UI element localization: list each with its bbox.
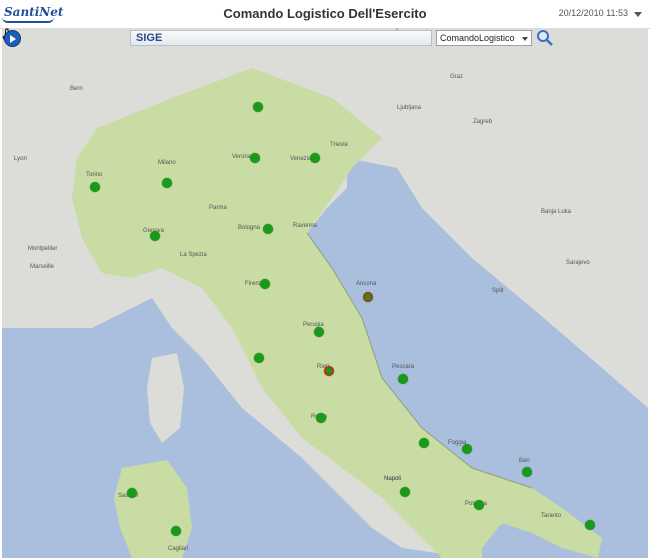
site-marker[interactable]: [90, 182, 100, 192]
site-marker[interactable]: [585, 520, 595, 530]
map-place-label: Sarajevo: [566, 260, 590, 266]
map-place-label: Parma: [209, 205, 227, 211]
map-place-label: Ravenna: [293, 223, 318, 229]
site-marker[interactable]: [462, 444, 472, 454]
site-marker[interactable]: [310, 153, 320, 163]
site-marker[interactable]: [162, 178, 172, 188]
map-place-label: La Spezia: [180, 252, 207, 258]
site-marker[interactable]: [474, 500, 484, 510]
map-place-label: Bari: [519, 458, 530, 464]
map-place-label: Pescara: [392, 364, 415, 370]
magnifier-icon[interactable]: [536, 29, 554, 47]
site-marker[interactable]: [398, 374, 408, 384]
map-place-label: Taranto: [541, 513, 562, 519]
site-marker[interactable]: [363, 292, 373, 302]
map-place-label: Lyon: [14, 156, 27, 162]
map-place-label: Graz: [450, 74, 464, 80]
site-marker[interactable]: [324, 366, 334, 376]
map-place-label: Bologna: [238, 225, 261, 231]
map-place-label: Trieste: [330, 142, 349, 148]
page-title: Comando Logistico Dell'Esercito: [223, 6, 427, 21]
map-place-label: Split: [492, 288, 504, 294]
map-place-label: Montpellier: [28, 246, 58, 252]
site-marker[interactable]: [250, 153, 260, 163]
site-marker[interactable]: [254, 353, 264, 363]
play-circle-icon[interactable]: [4, 30, 21, 47]
title-bar: SantiNet Comando Logistico Dell'Esercito…: [0, 0, 650, 29]
site-marker[interactable]: [263, 224, 273, 234]
app-label: SIGE: [136, 32, 163, 44]
chevron-down-icon[interactable]: [634, 12, 642, 17]
site-marker[interactable]: [314, 327, 324, 337]
map-place-label: Ancona: [356, 281, 377, 287]
map-place-label: Venezia: [290, 156, 312, 162]
site-marker[interactable]: [316, 413, 326, 423]
map-place-label: Milano: [158, 160, 176, 166]
site-marker[interactable]: [253, 102, 263, 112]
map-place-label: Torino: [86, 172, 103, 178]
command-select[interactable]: ComandoLogistico: [436, 30, 532, 46]
map-place-label: Napoli: [384, 476, 402, 482]
map-place-label: Bern: [70, 86, 83, 92]
datetime-display: 20/12/2010 11:53: [558, 8, 628, 18]
map-background: [2, 28, 648, 558]
app-label-box: SIGE: [130, 30, 432, 46]
map-place-label: Banja Luka: [541, 209, 572, 215]
map-place-label: Verona: [232, 154, 252, 160]
site-marker[interactable]: [150, 231, 160, 241]
map-place-label: Ljubljana: [397, 105, 422, 111]
toolbar: SIGE ComandoLogistico: [0, 28, 650, 50]
map-place-label: Zagreb: [473, 119, 493, 125]
map-view[interactable]: TorinoMilanoVeronaVeneziaTriesteGenovaLa…: [2, 28, 648, 558]
chevron-down-icon: [522, 37, 528, 41]
site-marker[interactable]: [522, 467, 532, 477]
map-place-label: Marseille: [30, 264, 55, 270]
map-place-label: Cagliari: [168, 546, 189, 552]
select-value: ComandoLogistico: [440, 33, 515, 43]
site-marker[interactable]: [171, 526, 181, 536]
site-marker[interactable]: [127, 488, 137, 498]
site-marker[interactable]: [419, 438, 429, 448]
site-marker[interactable]: [400, 487, 410, 497]
site-marker[interactable]: [260, 279, 270, 289]
